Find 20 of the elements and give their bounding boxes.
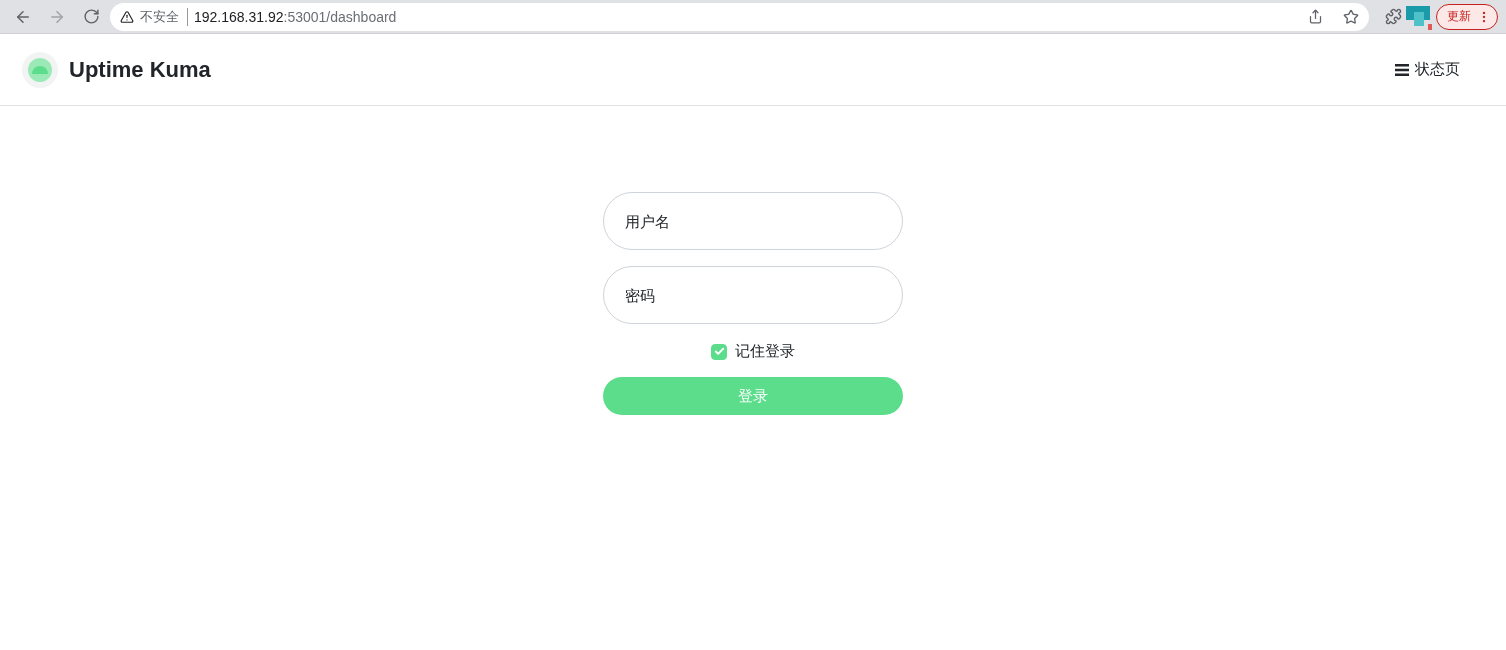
url-host: 192.168.31.92 xyxy=(194,8,284,25)
puzzle-icon[interactable] xyxy=(1385,8,1402,25)
warning-icon xyxy=(120,9,134,24)
address-bar[interactable]: 不安全 192.168.31.92:53001/dashboard xyxy=(110,2,1369,31)
status-page-link[interactable]: 状态页 xyxy=(1395,60,1460,79)
avatar-icon[interactable] xyxy=(1406,3,1432,30)
share-icon[interactable] xyxy=(1308,9,1323,24)
url-path: :53001/dashboard xyxy=(283,8,397,25)
status-page-label: 状态页 xyxy=(1415,60,1460,79)
username-field[interactable]: 用户名 xyxy=(603,192,903,250)
check-icon xyxy=(713,346,725,357)
star-icon[interactable] xyxy=(1343,8,1359,25)
remember-checkbox[interactable] xyxy=(711,343,727,360)
security-label: 不安全 xyxy=(140,7,188,26)
remember-label: 记住登录 xyxy=(735,342,795,361)
brand-title: Uptime Kuma xyxy=(69,56,211,83)
menu-icon xyxy=(1395,63,1409,76)
logo-icon xyxy=(22,51,58,88)
password-field[interactable]: 密码 xyxy=(603,266,903,324)
update-button[interactable]: 更新 xyxy=(1436,3,1498,30)
